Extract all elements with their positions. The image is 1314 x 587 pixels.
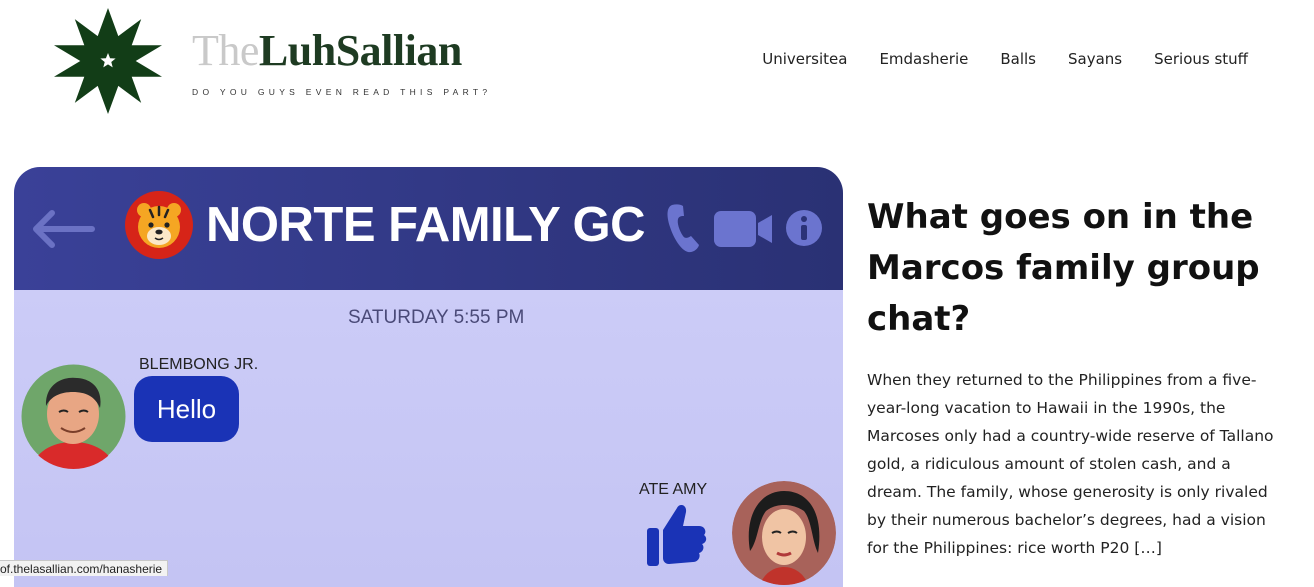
- sender-name: BLEMBONG JR.: [139, 356, 259, 373]
- nav-item-balls[interactable]: Balls: [1000, 50, 1036, 68]
- site-title[interactable]: TheLuhSallian: [192, 26, 462, 76]
- featured-image[interactable]: NORTE FAMILY GC SATURDAY 5:55 PM BLEMBON…: [14, 167, 843, 587]
- thumbs-up-icon: [647, 504, 707, 566]
- chat-header: NORTE FAMILY GC: [14, 167, 843, 290]
- chat-title: NORTE FAMILY GC: [206, 198, 646, 252]
- back-arrow-icon: [33, 210, 95, 248]
- main-nav: Universitea Emdasherie Balls Sayans Seri…: [762, 50, 1248, 68]
- nav-item-serious-stuff[interactable]: Serious stuff: [1154, 50, 1248, 68]
- article-title[interactable]: What goes on in the Marcos family group …: [867, 192, 1287, 345]
- avatar: [21, 364, 126, 469]
- nav-item-universitea[interactable]: Universitea: [762, 50, 847, 68]
- tiger-icon: [125, 191, 193, 259]
- status-bar-url: of.thelasallian.com/hanasherie: [0, 560, 169, 576]
- site-title-prefix: The: [192, 26, 259, 75]
- info-icon: [786, 210, 822, 246]
- nav-item-emdasherie[interactable]: Emdasherie: [879, 50, 968, 68]
- sender-name: ATE AMY: [639, 481, 708, 498]
- star-logo-icon: [54, 8, 162, 114]
- site-tagline: DO YOU GUYS EVEN READ THIS PART?: [192, 87, 492, 97]
- article-excerpt: When they returned to the Philippines fr…: [867, 371, 1274, 557]
- message-bubble: Hello: [134, 376, 239, 442]
- nav-item-sayans[interactable]: Sayans: [1068, 50, 1122, 68]
- site-title-name: LuhSallian: [258, 26, 462, 75]
- video-icon: [714, 211, 772, 247]
- phone-icon: [667, 204, 699, 253]
- avatar: [732, 481, 836, 585]
- chat-timestamp: SATURDAY 5:55 PM: [348, 307, 525, 328]
